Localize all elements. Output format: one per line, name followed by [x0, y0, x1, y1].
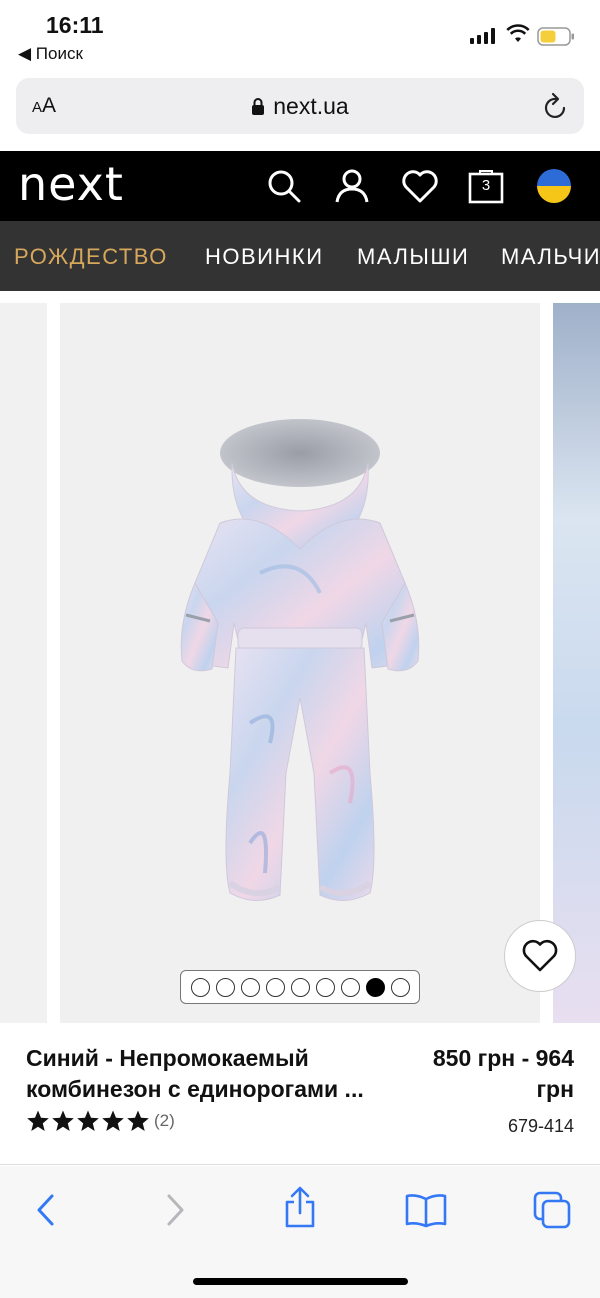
carousel-dot[interactable] [265, 977, 285, 997]
cart-count: 3 [481, 177, 491, 194]
favourites-icon[interactable] [401, 168, 439, 204]
star-icon [52, 1110, 74, 1131]
cellular-signal-icon [470, 28, 495, 44]
product-title[interactable]: Синий - Непромокаемый комбинезон с едино… [26, 1043, 411, 1105]
browser-toolbar [0, 1166, 600, 1298]
account-icon[interactable] [334, 168, 370, 204]
carousel-dot[interactable] [290, 977, 310, 997]
address-bar[interactable]: AA next.ua [16, 78, 584, 134]
star-icon [127, 1110, 149, 1131]
rating-stars [26, 1109, 150, 1133]
product-image-carousel[interactable] [0, 303, 600, 1023]
url-display[interactable]: next.ua [16, 93, 584, 120]
previous-slide-image[interactable] [0, 303, 47, 1023]
star-icon [77, 1110, 99, 1131]
home-indicator [193, 1278, 408, 1285]
carousel-dot[interactable] [365, 977, 385, 997]
status-bar: 16:11 ◀ Поиск [0, 0, 600, 70]
carousel-dot[interactable] [215, 977, 235, 997]
next-logo[interactable]: next [18, 157, 124, 211]
share-icon[interactable] [282, 1186, 318, 1230]
category-nav: РОЖДЕСТВО НОВИНКИ МАЛЫШИ МАЛЬЧИ [0, 221, 600, 291]
bookmarks-icon[interactable] [404, 1192, 448, 1228]
tabs-icon[interactable] [532, 1190, 572, 1230]
cart-button[interactable]: 3 [467, 168, 505, 204]
nav-item-christmas[interactable]: РОЖДЕСТВО [14, 244, 168, 270]
carousel-dot[interactable] [190, 977, 210, 997]
add-to-favourites-button[interactable] [504, 920, 576, 992]
reload-icon[interactable] [542, 91, 570, 121]
product-price: 850 грн - 964 грн [432, 1045, 574, 1102]
carousel-dot[interactable] [340, 977, 360, 997]
site-header: next 3 [0, 151, 600, 221]
carousel-dot[interactable] [390, 977, 410, 997]
carousel-dot[interactable] [240, 977, 260, 997]
forward-chevron-icon[interactable] [163, 1192, 187, 1228]
star-icon [102, 1110, 124, 1131]
next-slide-image[interactable] [553, 303, 600, 1023]
wifi-icon [506, 24, 530, 42]
product-info: Синий - Непромокаемый комбинезон с едино… [0, 1023, 600, 1165]
snowsuit-back-image [180, 419, 420, 901]
product-code: 679-414 [507, 1116, 574, 1136]
carousel-pagination [180, 970, 420, 1004]
nav-item-babies[interactable]: МАЛЫШИ [357, 244, 469, 270]
product-rating[interactable]: (2) [26, 1109, 175, 1133]
ukraine-flag-icon[interactable] [535, 167, 573, 205]
heart-icon [522, 939, 558, 972]
carousel-dot[interactable] [315, 977, 335, 997]
search-icon[interactable] [266, 168, 302, 204]
back-to-search-link[interactable]: ◀ Поиск [18, 44, 83, 64]
battery-icon [537, 27, 574, 46]
lock-icon [252, 98, 265, 115]
nav-item-new[interactable]: НОВИНКИ [205, 244, 324, 270]
url-text: next.ua [273, 93, 349, 119]
nav-item-boys[interactable]: МАЛЬЧИ [501, 244, 600, 270]
status-time: 16:11 [46, 12, 104, 38]
product-image[interactable] [60, 303, 540, 1023]
back-chevron-icon[interactable] [34, 1192, 58, 1228]
star-icon [27, 1110, 49, 1131]
review-count[interactable]: (2) [154, 1111, 175, 1131]
